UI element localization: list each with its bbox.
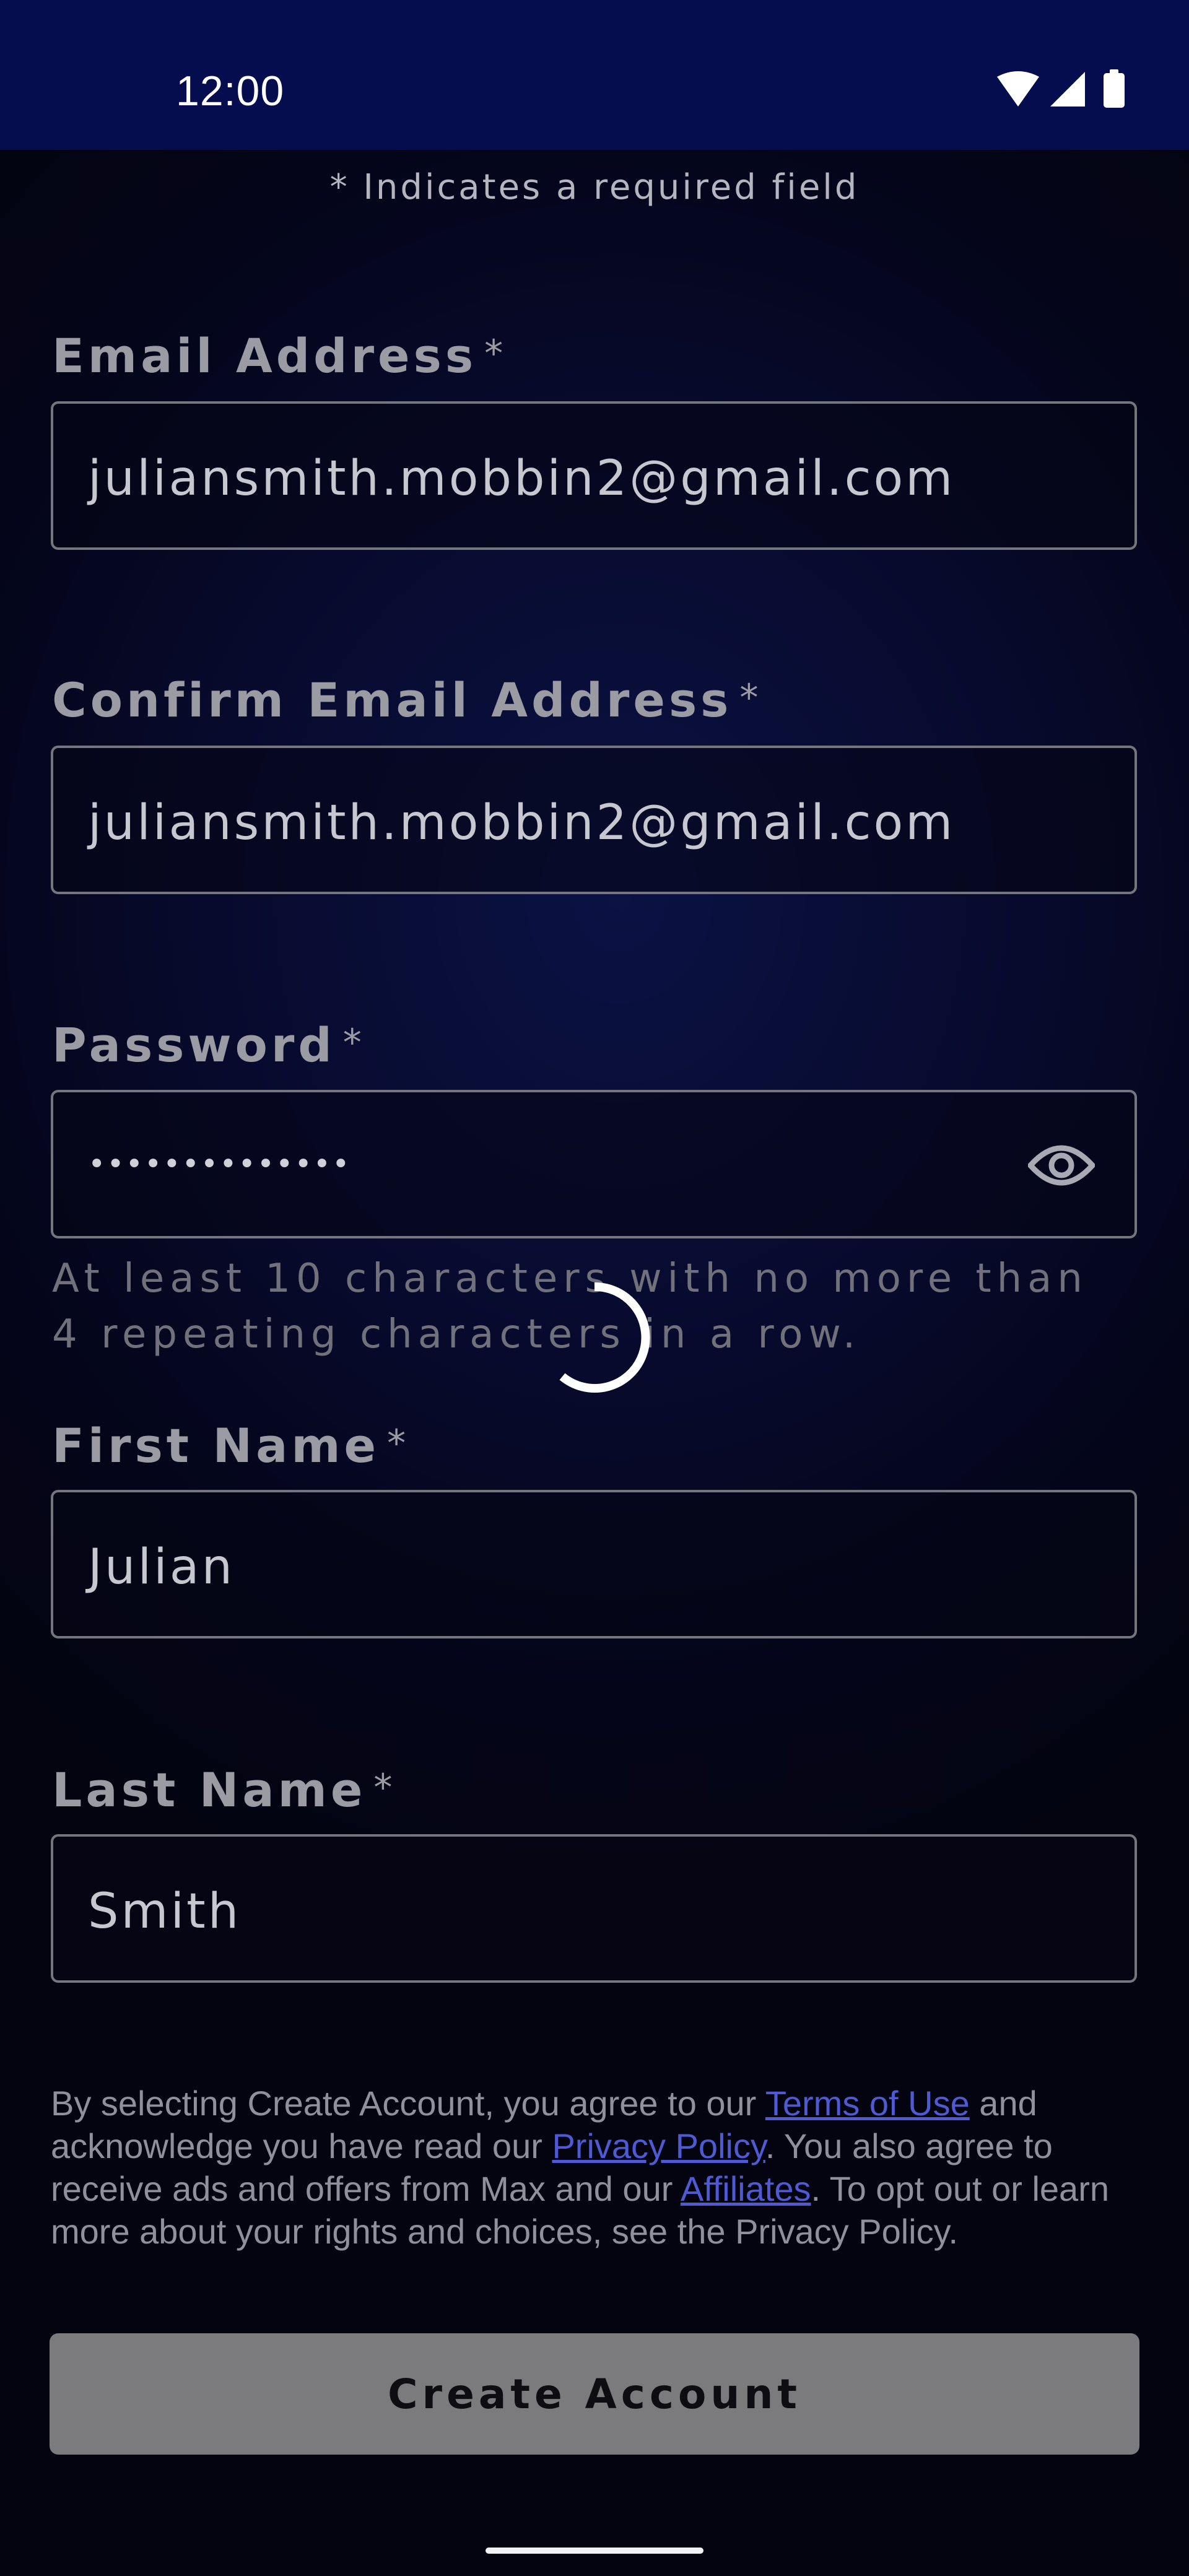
- required-marker: *: [387, 1422, 410, 1465]
- status-bar: 12:00: [0, 0, 1189, 150]
- password-label: Password *: [52, 1017, 365, 1073]
- first-name-label-text: First Name: [52, 1418, 380, 1473]
- first-name-label: First Name *: [52, 1418, 409, 1473]
- email-label-text: Email Address: [52, 328, 477, 383]
- status-icons: [997, 69, 1125, 108]
- confirm-email-label: Confirm Email Address *: [52, 672, 762, 728]
- confirm-email-field[interactable]: juliansmith.mobbin2@gmail.com: [51, 746, 1137, 894]
- first-name-value: Julian: [88, 1539, 235, 1595]
- first-name-field[interactable]: Julian: [51, 1490, 1137, 1638]
- email-value: juliansmith.mobbin2@gmail.com: [88, 451, 956, 507]
- last-name-label: Last Name *: [52, 1762, 396, 1817]
- terms-of-use-link[interactable]: Terms of Use: [765, 2084, 970, 2123]
- email-field[interactable]: juliansmith.mobbin2@gmail.com: [51, 401, 1137, 550]
- password-value: ••••••••••••••: [88, 1147, 351, 1181]
- required-marker: *: [484, 332, 507, 375]
- required-marker: *: [739, 676, 762, 720]
- battery-icon: [1104, 69, 1125, 108]
- legal-disclaimer: By selecting Create Account, you agree t…: [51, 2082, 1141, 2253]
- required-marker: *: [342, 1021, 365, 1064]
- last-name-field[interactable]: Smith: [51, 1834, 1137, 1983]
- loading-spinner-icon: [559, 1282, 650, 1393]
- last-name-label-text: Last Name: [52, 1762, 367, 1817]
- email-label: Email Address *: [52, 328, 507, 383]
- wifi-icon: [997, 71, 1039, 107]
- password-field[interactable]: ••••••••••••••: [51, 1090, 1137, 1238]
- confirm-email-value: juliansmith.mobbin2@gmail.com: [88, 795, 956, 851]
- create-account-button[interactable]: Create Account: [50, 2333, 1139, 2455]
- confirm-email-label-text: Confirm Email Address: [52, 672, 733, 728]
- password-label-text: Password: [52, 1017, 336, 1073]
- affiliates-link[interactable]: Affiliates: [681, 2169, 811, 2208]
- required-marker: *: [373, 1766, 396, 1809]
- eye-icon[interactable]: [1028, 1142, 1095, 1189]
- legal-text-1: By selecting Create Account, you agree t…: [51, 2084, 765, 2123]
- privacy-policy-link[interactable]: Privacy Policy: [552, 2126, 765, 2165]
- status-time: 12:00: [176, 67, 285, 115]
- home-indicator[interactable]: [486, 2548, 703, 2554]
- signal-icon: [1050, 72, 1085, 107]
- required-field-note: * Indicates a required field: [329, 167, 860, 207]
- last-name-value: Smith: [88, 1884, 242, 1939]
